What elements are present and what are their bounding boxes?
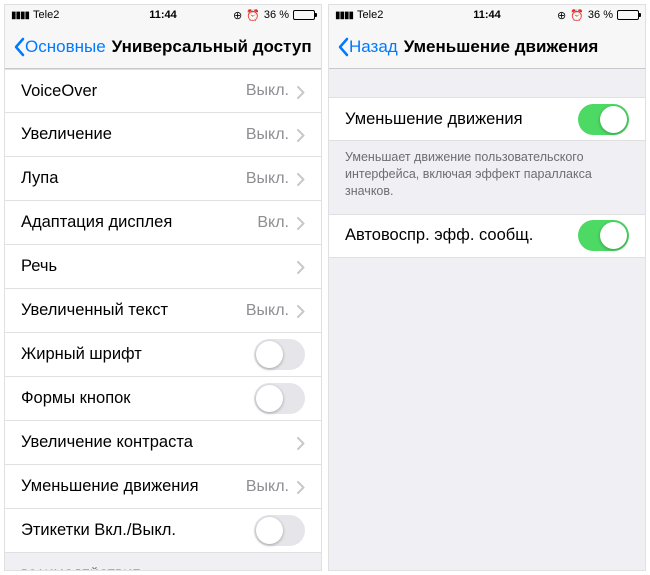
chevron-right-icon: [297, 216, 305, 229]
row-value: Выкл.: [246, 82, 289, 100]
alarm-icon: ⊕: [557, 9, 566, 22]
settings-row[interactable]: ЛупаВыкл.: [5, 157, 321, 201]
settings-row: Жирный шрифт: [5, 333, 321, 377]
signal-icon: ▮▮▮▮: [11, 10, 29, 21]
battery-icon: [293, 10, 315, 20]
row-label: Увеличенный текст: [21, 301, 246, 320]
chevron-right-icon: [297, 260, 305, 273]
row-label: Формы кнопок: [21, 389, 254, 408]
clock: 11:44: [112, 9, 213, 21]
settings-row: Автовоспр. эфф. сообщ.: [329, 214, 645, 258]
nav-bar: Назад Уменьшение движения: [329, 25, 645, 69]
row-label: Адаптация дисплея: [21, 213, 257, 232]
back-label: Назад: [349, 37, 398, 57]
row-label: VoiceOver: [21, 82, 246, 101]
phone-right: ▮▮▮▮ Tele2 11:44 ⊕ ⏰ 36 % Назад Уменьшен…: [328, 4, 646, 571]
row-value: Выкл.: [246, 170, 289, 188]
row-label: Лупа: [21, 169, 246, 188]
carrier-label: Tele2: [357, 9, 383, 21]
back-label: Основные: [25, 37, 106, 57]
toggle-switch[interactable]: [578, 104, 629, 135]
alarm-clock-icon: ⏰: [570, 9, 584, 22]
settings-row: Этикетки Вкл./Выкл.: [5, 509, 321, 553]
settings-row[interactable]: Речь: [5, 245, 321, 289]
nav-bar: Основные Универсальный доступ: [5, 25, 321, 69]
toggle-switch[interactable]: [254, 339, 305, 370]
toggle-switch[interactable]: [254, 515, 305, 546]
row-label: Увеличение: [21, 125, 246, 144]
chevron-right-icon: [297, 436, 305, 449]
settings-list: Уменьшение движения Уменьшает движение п…: [329, 69, 645, 570]
row-value: Вкл.: [257, 214, 289, 232]
back-button[interactable]: Назад: [337, 37, 398, 57]
settings-row: Формы кнопок: [5, 377, 321, 421]
settings-list: VoiceOverВыкл.УвеличениеВыкл.ЛупаВыкл.Ад…: [5, 69, 321, 570]
chevron-left-icon: [337, 37, 349, 57]
alarm-clock-icon: ⏰: [246, 9, 260, 22]
row-value: Выкл.: [246, 302, 289, 320]
footer-note: Уменьшает движение пользовательского инт…: [329, 141, 645, 214]
row-label: Уменьшение движения: [21, 477, 246, 496]
status-bar: ▮▮▮▮ Tele2 11:44 ⊕ ⏰ 36 %: [329, 5, 645, 25]
row-label: Речь: [21, 257, 297, 276]
page-title: Уменьшение движения: [404, 37, 599, 57]
settings-row[interactable]: Увеличение контраста: [5, 421, 321, 465]
status-bar: ▮▮▮▮ Tele2 11:44 ⊕ ⏰ 36 %: [5, 5, 321, 25]
chevron-right-icon: [297, 172, 305, 185]
chevron-right-icon: [297, 480, 305, 493]
settings-row[interactable]: УвеличениеВыкл.: [5, 113, 321, 157]
settings-row: Уменьшение движения: [329, 97, 645, 141]
settings-row[interactable]: VoiceOverВыкл.: [5, 69, 321, 113]
settings-row[interactable]: Адаптация дисплеяВкл.: [5, 201, 321, 245]
carrier-label: Tele2: [33, 9, 59, 21]
back-button[interactable]: Основные: [13, 37, 106, 57]
chevron-right-icon: [297, 85, 305, 98]
row-label: Уменьшение движения: [345, 110, 578, 129]
toggle-switch[interactable]: [578, 220, 629, 251]
battery-icon: [617, 10, 639, 20]
alarm-icon: ⊕: [233, 9, 242, 22]
settings-row[interactable]: Увеличенный текстВыкл.: [5, 289, 321, 333]
signal-icon: ▮▮▮▮: [335, 10, 353, 21]
battery-pct: 36 %: [588, 9, 613, 21]
toggle-switch[interactable]: [254, 383, 305, 414]
row-label: Жирный шрифт: [21, 345, 254, 364]
clock: 11:44: [436, 9, 537, 21]
row-label: Увеличение контраста: [21, 433, 297, 452]
chevron-right-icon: [297, 304, 305, 317]
phone-left: ▮▮▮▮ Tele2 11:44 ⊕ ⏰ 36 % Основные Униве…: [4, 4, 322, 571]
section-header-interaction: ВЗАИМОДЕЙСТВИЕ: [5, 553, 321, 570]
settings-row[interactable]: Уменьшение движенияВыкл.: [5, 465, 321, 509]
battery-pct: 36 %: [264, 9, 289, 21]
row-label: Этикетки Вкл./Выкл.: [21, 521, 254, 540]
chevron-right-icon: [297, 128, 305, 141]
page-title: Универсальный доступ: [112, 37, 312, 57]
row-value: Выкл.: [246, 478, 289, 496]
chevron-left-icon: [13, 37, 25, 57]
row-label: Автовоспр. эфф. сообщ.: [345, 226, 578, 245]
row-value: Выкл.: [246, 126, 289, 144]
